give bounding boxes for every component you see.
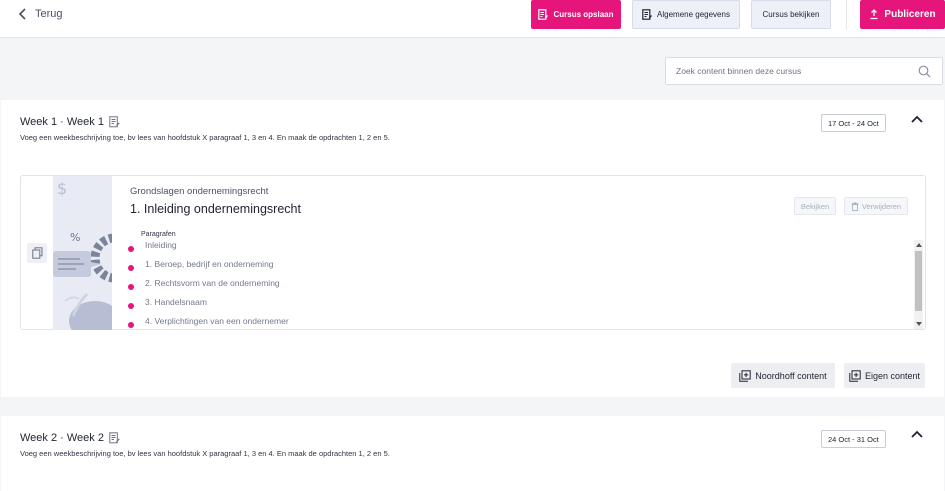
week-date-range[interactable]: 24 Oct - 31 Oct — [821, 430, 886, 448]
paragraphs-label: Paragrafen — [141, 231, 176, 238]
paragraph-label: 4. Verplichtingen van een ondernemer — [145, 316, 289, 326]
svg-text:$: $ — [57, 179, 67, 198]
chevron-up-icon[interactable] — [910, 114, 924, 124]
bullet-dot — [128, 246, 134, 252]
chevron-up-icon[interactable] — [910, 429, 924, 439]
add-box-icon — [849, 369, 861, 382]
content-thumbnail: $ % — [53, 176, 112, 330]
bullet-dot — [128, 322, 134, 328]
week-title-text: Week 1 · Week 1 — [20, 116, 104, 128]
week-panel-2: Week 2 · Week 2 Voeg een weekbeschrijvin… — [1, 416, 944, 491]
paragraph-label: 1. Beroep, bedrijf en onderneming — [145, 259, 274, 269]
copy-button[interactable] — [27, 243, 47, 263]
publish-button[interactable]: Publiceren — [860, 0, 945, 29]
scroll-thumb[interactable] — [915, 251, 922, 311]
save-course-label: Cursus opslaan — [553, 10, 614, 19]
paragraph-label: Inleiding — [145, 240, 177, 250]
publish-label: Publiceren — [884, 9, 936, 20]
view-course-label: Cursus bekijken — [762, 10, 820, 19]
paragraph-item[interactable]: 1. Beroep, bedrijf en onderneming — [128, 259, 274, 271]
view-content-button[interactable]: Bekijken — [794, 197, 836, 215]
upload-icon — [870, 9, 878, 20]
week-title: Week 2 · Week 2 — [20, 432, 120, 444]
scroll-down-arrow[interactable] — [916, 322, 922, 326]
week-description: Voeg een weekbeschrijving toe, bv lees v… — [20, 133, 390, 142]
view-content-label: Bekijken — [800, 201, 830, 211]
document-edit-icon — [538, 9, 549, 20]
paragraph-item[interactable]: 2. Rechtsvorm van de onderneming — [128, 278, 280, 290]
paragraph-item[interactable]: 4. Verplichtingen van een ondernemer — [128, 316, 289, 328]
search-icon[interactable] — [918, 65, 931, 78]
business-illustration: $ % — [53, 176, 112, 330]
add-noordhoff-label: Noordhoff content — [755, 370, 827, 381]
content-search — [665, 57, 943, 85]
bullet-dot — [128, 284, 134, 290]
week-description: Voeg een weekbeschrijving toe, bv lees v… — [20, 449, 390, 458]
view-course-button[interactable]: Cursus bekijken — [751, 0, 831, 29]
week-panel-1: Week 1 · Week 1 Voeg een weekbeschrijvin… — [1, 100, 944, 397]
week-date-range[interactable]: 17 Oct - 24 Oct — [821, 114, 886, 132]
paragraph-label: 3. Handelsnaam — [145, 297, 207, 307]
bullet-dot — [128, 303, 134, 309]
copy-icon — [31, 247, 42, 259]
week-title-text: Week 2 · Week 2 — [20, 432, 104, 444]
general-info-label: Algemene gegevens — [657, 10, 730, 19]
content-subject: Grondslagen ondernemingsrecht — [130, 186, 269, 197]
content-card: $ % Grondslagen ondernemingsrecht 1. Inl… — [20, 175, 926, 330]
add-noordhoff-content-button[interactable]: Noordhoff content — [731, 363, 835, 388]
paragraph-item[interactable]: 3. Handelsnaam — [128, 297, 207, 309]
paragraph-item[interactable]: Inleiding — [128, 240, 177, 252]
week-title: Week 1 · Week 1 — [20, 116, 120, 128]
content-title: 1. Inleiding ondernemingsrecht — [130, 202, 301, 216]
chevron-left-icon — [18, 8, 26, 20]
general-info-button[interactable]: Algemene gegevens — [632, 0, 740, 29]
save-course-button[interactable]: Cursus opslaan — [531, 0, 621, 29]
search-input[interactable] — [676, 66, 906, 76]
paragraph-scrollbar[interactable] — [914, 240, 923, 329]
add-own-label: Eigen content — [864, 370, 921, 381]
delete-content-label: Verwijderen — [861, 201, 902, 211]
paragraph-list: Inleiding 1. Beroep, bedrijf en ondernem… — [128, 240, 918, 329]
edit-note-icon[interactable] — [109, 116, 120, 128]
add-own-content-button[interactable]: Eigen content — [844, 363, 925, 388]
bullet-dot — [128, 265, 134, 271]
document-edit-icon — [642, 9, 653, 20]
header-divider — [846, 0, 847, 30]
edit-note-icon[interactable] — [109, 432, 120, 444]
top-bar: Terug Cursus opslaan Algemene gegevens C… — [0, 0, 945, 38]
back-label: Terug — [35, 8, 63, 20]
add-box-icon — [739, 369, 751, 382]
paragraph-label: 2. Rechtsvorm van de onderneming — [145, 278, 280, 288]
trash-icon — [851, 202, 859, 211]
back-link[interactable]: Terug — [18, 8, 63, 20]
scroll-up-arrow[interactable] — [916, 243, 922, 247]
delete-content-button[interactable]: Verwijderen — [844, 197, 908, 215]
svg-text:%: % — [70, 231, 80, 244]
